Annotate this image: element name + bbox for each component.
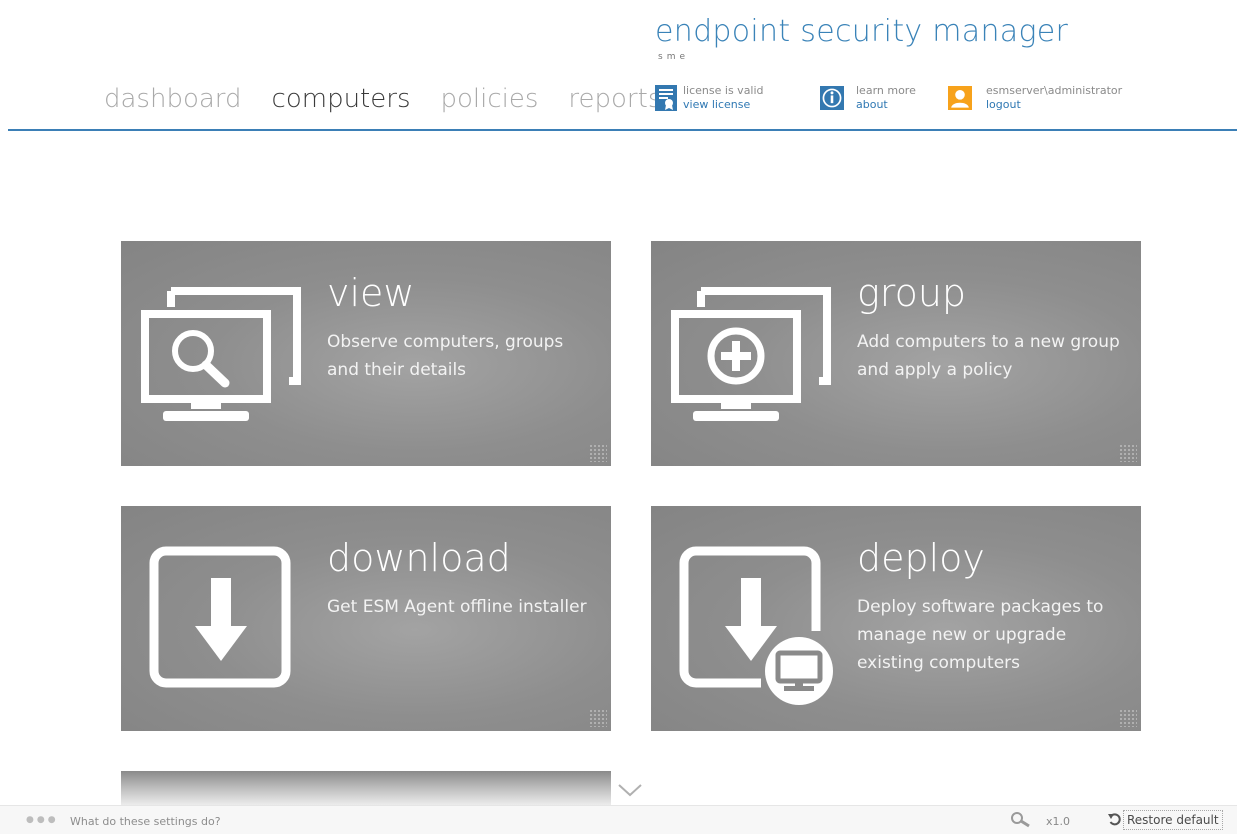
tile-description: Get ESM Agent offline installer — [327, 597, 587, 617]
license-info: license is valid view license — [655, 84, 764, 112]
tile-download[interactable]: download Get ESM Agent offline installer — [121, 506, 611, 731]
tile-corner-grip — [589, 709, 607, 727]
nav-dashboard[interactable]: dashboard — [104, 84, 242, 114]
deploy-icon — [661, 536, 841, 710]
tile-deploy[interactable]: deploy Deploy software packages to manag… — [651, 506, 1141, 731]
settings-help-link[interactable]: What do these settings do? — [70, 815, 221, 828]
tile-title: download — [327, 536, 511, 580]
app-subtitle: sme — [658, 52, 689, 62]
license-certificate-icon — [655, 84, 679, 112]
tile-description: Observe computers, groups and their deta… — [327, 332, 564, 380]
scroll-down-chevron-icon[interactable] — [617, 782, 643, 802]
download-icon — [131, 536, 311, 700]
tile-corner-grip — [1119, 709, 1137, 727]
header-divider — [8, 129, 1237, 131]
app-title: endpoint security manager — [655, 14, 1069, 49]
tile-title: deploy — [857, 536, 985, 580]
main-nav: dashboard computers policies reports — [104, 84, 661, 114]
learn-more-text: learn more — [856, 84, 916, 97]
more-dots-icon[interactable]: ●●● — [26, 815, 59, 825]
license-status: license is valid — [683, 84, 764, 97]
tile-corner-grip — [1119, 444, 1137, 462]
tile-description: Add computers to a new group and apply a… — [857, 332, 1120, 380]
restore-default-button[interactable]: Restore default — [1123, 810, 1223, 830]
tile-view[interactable]: view Observe computers, groups and their… — [121, 241, 611, 466]
nav-reports[interactable]: reports — [568, 84, 661, 114]
monitor-search-icon — [131, 271, 311, 435]
about-info: learn more about — [820, 84, 916, 112]
zoom-level: x1.0 — [1046, 815, 1071, 828]
about-link[interactable]: about — [856, 98, 916, 112]
view-license-link[interactable]: view license — [683, 98, 764, 112]
zoom-icon[interactable] — [1010, 812, 1032, 831]
user-avatar-icon — [948, 84, 972, 112]
user-info: esmserver\administrator logout — [948, 84, 1122, 112]
tile-corner-grip — [589, 444, 607, 462]
tile-group[interactable]: group Add computers to a new group and a… — [651, 241, 1141, 466]
tile-title: group — [857, 271, 967, 315]
tile-partial[interactable] — [121, 771, 611, 805]
user-name: esmserver\administrator — [986, 84, 1123, 97]
restore-icon — [1108, 813, 1121, 829]
status-bar: ●●● What do these settings do? x1.0 Rest… — [0, 805, 1237, 834]
tile-title: view — [327, 271, 415, 315]
monitor-add-icon — [661, 271, 841, 435]
info-icon — [820, 84, 844, 112]
tile-description: Deploy software packages to manage new o… — [857, 597, 1104, 673]
logout-link[interactable]: logout — [986, 98, 1122, 112]
nav-policies[interactable]: policies — [440, 84, 538, 114]
nav-computers[interactable]: computers — [272, 84, 411, 114]
